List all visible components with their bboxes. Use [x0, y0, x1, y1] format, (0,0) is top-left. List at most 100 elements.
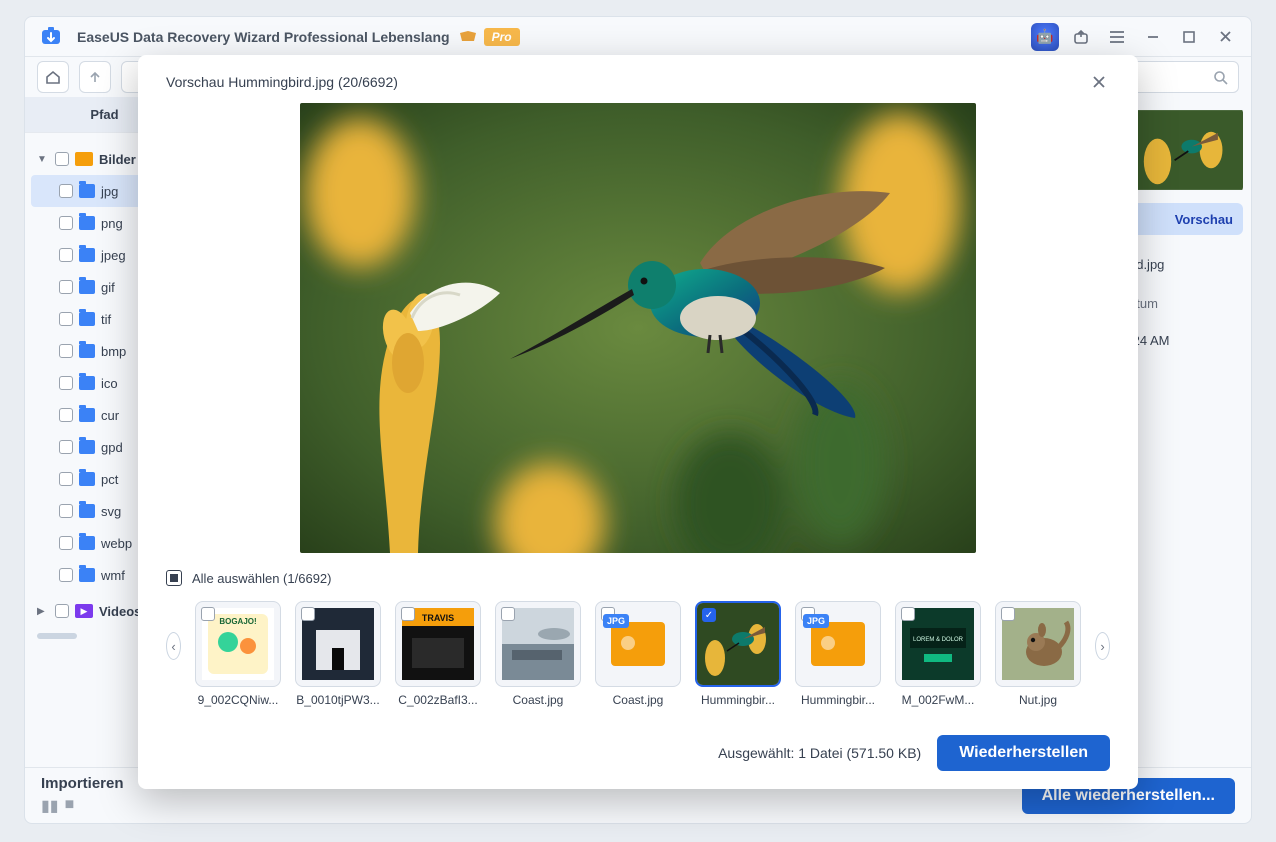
stop-icon[interactable]: ■: [65, 796, 75, 816]
up-button[interactable]: [79, 61, 111, 93]
folder-icon: [79, 248, 95, 262]
thumb-checkbox[interactable]: [501, 607, 515, 621]
thumbnail-caption: M_002FwM...: [895, 693, 981, 707]
folder-icon: [79, 440, 95, 454]
folder-icon: [79, 184, 95, 198]
menu-icon[interactable]: [1103, 23, 1131, 51]
select-all-label: Alle auswählen (1/6692): [192, 571, 331, 586]
svg-text:LOREM & DOLOR: LOREM & DOLOR: [913, 637, 964, 643]
checkbox[interactable]: [59, 216, 73, 230]
tree-scrollbar[interactable]: [37, 633, 77, 639]
thumbnail-caption: B_0010tjPW3...: [295, 693, 381, 707]
next-thumb-button[interactable]: ›: [1095, 632, 1110, 660]
import-button[interactable]: Importieren: [41, 775, 124, 792]
tree-label: png: [101, 216, 123, 231]
prev-thumb-button[interactable]: ‹: [166, 632, 181, 660]
folder-icon: [79, 568, 95, 582]
video-category-icon: ▶: [75, 604, 93, 618]
preview-image: [300, 103, 976, 553]
thumbnail-item[interactable]: Coast.jpg: [595, 601, 681, 707]
folder-icon: [79, 504, 95, 518]
search-icon: [1213, 70, 1228, 85]
checkbox[interactable]: [55, 604, 69, 618]
thumbnail-caption: Nut.jpg: [995, 693, 1081, 707]
thumbnail-strip: BOGAJO! 9_002CQNiw... B_0010tjPW3... TRA…: [195, 601, 1081, 707]
folder-icon: [79, 472, 95, 486]
thumbnail-caption: Coast.jpg: [595, 693, 681, 707]
thumbnail-caption: Coast.jpg: [495, 693, 581, 707]
checkbox[interactable]: [59, 408, 73, 422]
dialog-close-button[interactable]: [1088, 71, 1110, 93]
tree-label: svg: [101, 504, 121, 519]
thumbnail-item[interactable]: Hummingbir...: [795, 601, 881, 707]
checkbox[interactable]: [59, 344, 73, 358]
tree-label: jpg: [101, 184, 118, 199]
svg-text:BOGAJO!: BOGAJO!: [219, 617, 256, 626]
thumbnail-item[interactable]: BOGAJO! 9_002CQNiw...: [195, 601, 281, 707]
folder-icon: [79, 280, 95, 294]
thumbnail-caption: Hummingbir...: [695, 693, 781, 707]
checkbox[interactable]: [59, 376, 73, 390]
thumb-checkbox[interactable]: [1001, 607, 1015, 621]
folder-icon: [79, 536, 95, 550]
image-category-icon: [75, 152, 93, 166]
thumbnail-item[interactable]: Nut.jpg: [995, 601, 1081, 707]
titlebar: EaseUS Data Recovery Wizard Professional…: [25, 17, 1251, 57]
details-panel: Vorschau ird.jpg atum :24 AM: [1121, 97, 1251, 767]
close-icon[interactable]: [1211, 23, 1239, 51]
app-title: EaseUS Data Recovery Wizard Professional…: [77, 29, 450, 45]
tree-label: bmp: [101, 344, 126, 359]
pause-icon[interactable]: ▮▮: [41, 796, 59, 816]
checkbox[interactable]: [59, 312, 73, 326]
tree-label: tif: [101, 312, 111, 327]
folder-icon: [79, 216, 95, 230]
thumbnail-item[interactable]: Coast.jpg: [495, 601, 581, 707]
select-all-checkbox[interactable]: [166, 570, 182, 586]
tree-label: gpd: [101, 440, 123, 455]
folder-icon: [79, 312, 95, 326]
thumbnail-caption: C_002zBafI3...: [395, 693, 481, 707]
folder-icon: [79, 376, 95, 390]
thumb-checkbox[interactable]: [901, 607, 915, 621]
checkbox[interactable]: [59, 280, 73, 294]
minimize-icon[interactable]: [1139, 23, 1167, 51]
checkbox[interactable]: [59, 472, 73, 486]
app-icon: [37, 23, 65, 51]
selected-summary: Ausgewählt: 1 Datei (571.50 KB): [718, 745, 921, 761]
detail-filename: ird.jpg: [1129, 257, 1243, 272]
tree-label: ico: [101, 376, 118, 391]
tree-label: jpeg: [101, 248, 126, 263]
checkbox[interactable]: [59, 184, 73, 198]
checkbox[interactable]: [59, 568, 73, 582]
thumbnail-item[interactable]: TRAVIS C_002zBafI3...: [395, 601, 481, 707]
checkbox[interactable]: [55, 152, 69, 166]
recover-button[interactable]: Wiederherstellen: [937, 735, 1110, 771]
checkbox[interactable]: [59, 536, 73, 550]
share-icon[interactable]: [1067, 23, 1095, 51]
svg-text:TRAVIS: TRAVIS: [422, 613, 454, 623]
checkbox[interactable]: [59, 440, 73, 454]
maximize-icon[interactable]: [1175, 23, 1203, 51]
preview-button[interactable]: Vorschau: [1129, 203, 1243, 235]
thumbnail-item[interactable]: LOREM & DOLOR M_002FwM...: [895, 601, 981, 707]
preview-thumbnail: [1129, 107, 1243, 193]
preview-dialog: Vorschau Hummingbird.jpg (20/6692): [138, 55, 1138, 789]
tree-label: webp: [101, 536, 132, 551]
thumbnail-caption: Hummingbir...: [795, 693, 881, 707]
tree-label: cur: [101, 408, 119, 423]
tree-label: Videos: [99, 604, 141, 619]
dialog-title: Vorschau Hummingbird.jpg (20/6692): [166, 74, 398, 90]
thumb-checkbox[interactable]: [401, 607, 415, 621]
assistant-icon[interactable]: 🤖: [1031, 23, 1059, 51]
checkbox[interactable]: [59, 248, 73, 262]
thumbnail-caption: 9_002CQNiw...: [195, 693, 281, 707]
thumb-checkbox[interactable]: ✓: [702, 608, 716, 622]
pro-badge: Pro: [458, 28, 520, 46]
thumbnail-item[interactable]: ✓ Hummingbir...: [695, 601, 781, 707]
home-button[interactable]: [37, 61, 69, 93]
thumbnail-item[interactable]: B_0010tjPW3...: [295, 601, 381, 707]
tree-label: gif: [101, 280, 115, 295]
thumb-checkbox[interactable]: [301, 607, 315, 621]
checkbox[interactable]: [59, 504, 73, 518]
thumb-checkbox[interactable]: [201, 607, 215, 621]
